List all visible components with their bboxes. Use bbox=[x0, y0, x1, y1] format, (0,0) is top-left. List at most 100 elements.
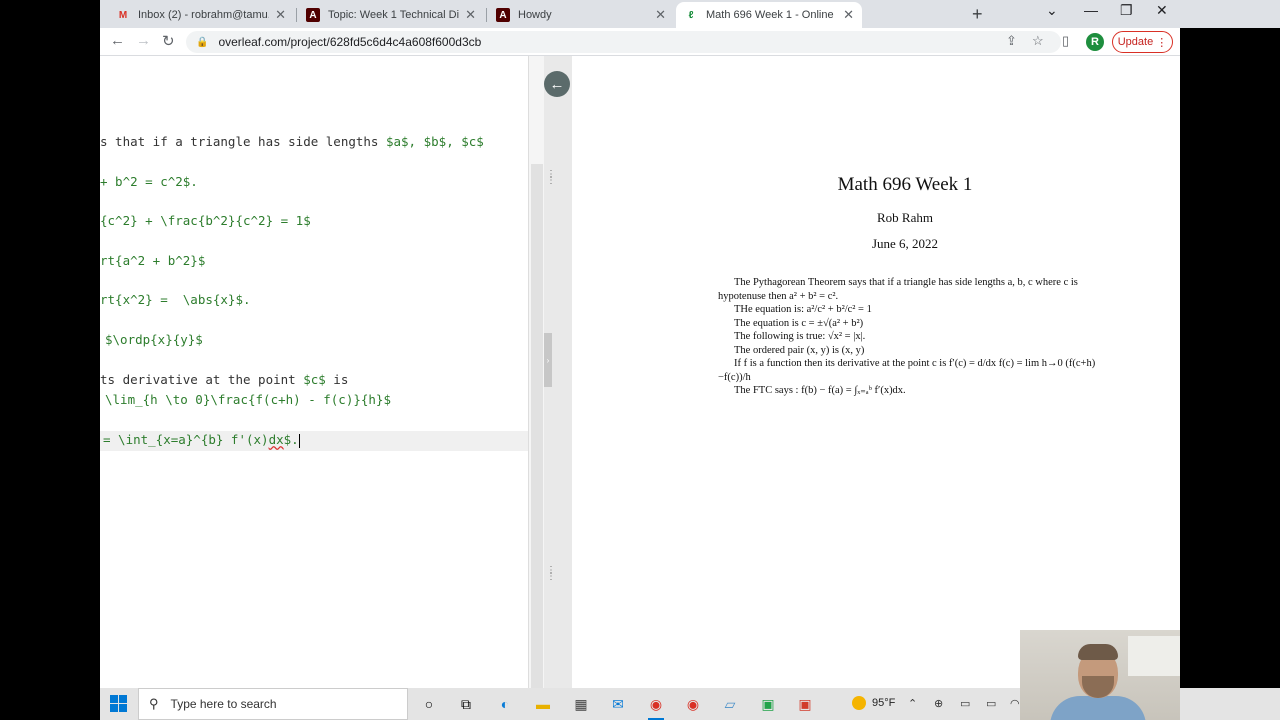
code-math: $\ordp{x}{y}$ bbox=[105, 332, 203, 347]
sun-icon bbox=[852, 696, 866, 710]
tray-chevron-icon[interactable]: ⌃ bbox=[908, 697, 917, 710]
weather-temp: 95°F bbox=[872, 697, 896, 709]
tab-label: Howdy bbox=[518, 9, 552, 21]
pdf-paragraph: The FTC says : f(b) − f(a) = ∫ₓ₌ₐᵇ f′(x)… bbox=[734, 385, 906, 396]
url-text: overleaf.com/project/628fd5c6d4c4a608f60… bbox=[218, 35, 482, 49]
pdf-preview[interactable]: Math 696 Week 1 Rob Rahm June 6, 2022 Th… bbox=[572, 56, 1180, 688]
code-line[interactable]: $\ordp{x}{y}$ bbox=[100, 332, 203, 350]
update-button[interactable]: Update ⋮ bbox=[1112, 31, 1173, 53]
code-line[interactable]: = \int_{x=a}^{b} f'(x)dx$. bbox=[100, 432, 300, 450]
editor-scrollbar[interactable] bbox=[528, 56, 544, 688]
code-math: $c$ bbox=[303, 372, 326, 387]
search-placeholder: Type here to search bbox=[170, 697, 277, 711]
pdf-date: June 6, 2022 bbox=[871, 236, 939, 251]
tab-label: Math 696 Week 1 - Online LaTeX bbox=[706, 9, 837, 21]
pdf-paragraph: THe equation is: a²/c² + b²/c² = 1 bbox=[734, 304, 872, 315]
code-math: + b^2 = c^2$. bbox=[100, 174, 198, 189]
spellcheck-word: dx bbox=[268, 432, 284, 447]
scrollbar-thumb[interactable] bbox=[531, 164, 543, 688]
back-icon[interactable]: ← bbox=[110, 32, 125, 49]
restore-icon[interactable]: ❐ bbox=[1120, 2, 1133, 19]
pdf-paragraph: The Pythagorean Theorem says that if a t… bbox=[718, 277, 1078, 302]
code-text: is bbox=[325, 372, 349, 387]
tab-separator bbox=[296, 8, 297, 22]
bookmark-star-icon[interactable]: ☆ bbox=[1032, 33, 1044, 49]
code-line[interactable]: ts derivative at the point $c$ is bbox=[100, 372, 348, 390]
code-editor[interactable]: s that if a triangle has side lengths $a… bbox=[100, 56, 528, 688]
share-icon[interactable]: ⇪ bbox=[1006, 33, 1017, 49]
code-line[interactable]: rt{a^2 + b^2}$ bbox=[100, 253, 205, 271]
side-panel-icon[interactable]: ▯ bbox=[1062, 33, 1069, 49]
tray-app-icon[interactable]: ⊕ bbox=[934, 697, 943, 710]
edge-icon[interactable]: ◐ bbox=[494, 694, 516, 714]
pdf-author: Rob Rahm bbox=[877, 210, 933, 225]
tamu-icon: A bbox=[496, 8, 510, 22]
forward-icon[interactable]: → bbox=[136, 32, 151, 49]
recorder-icon[interactable]: ▣ bbox=[794, 694, 816, 714]
close-icon[interactable]: ✕ bbox=[655, 7, 666, 23]
whiteboard-background bbox=[1128, 636, 1180, 676]
tab-label: Topic: Week 1 Technical Discussio bbox=[328, 9, 460, 21]
code-math: $. bbox=[283, 432, 299, 447]
overleaf-icon: ℓ bbox=[688, 9, 694, 21]
taskbar-search-input[interactable]: ⚲ Type here to search bbox=[138, 688, 408, 720]
minimize-icon[interactable]: — bbox=[1084, 2, 1098, 18]
code-math: rt{x^2} = \abs{x}$. bbox=[100, 292, 251, 307]
wifi-icon[interactable]: ◠ bbox=[1010, 697, 1020, 710]
code-line[interactable]: s that if a triangle has side lengths $a… bbox=[100, 134, 484, 152]
window-close-icon[interactable]: ✕ bbox=[1156, 2, 1168, 19]
code-math: \lim_{h \to 0}\frac{f(c+h) - f(c)}{h}$ bbox=[105, 392, 391, 407]
tab-gmail[interactable]: M Inbox (2) - robrahm@tamu.edu - ✕ bbox=[108, 2, 294, 28]
battery-icon[interactable]: ▭ bbox=[986, 697, 996, 710]
camtasia-icon[interactable]: ▣ bbox=[757, 694, 779, 714]
code-text: s that if a triangle has side lengths bbox=[100, 134, 386, 149]
drag-handle-icon[interactable]: ⋮ ⋮ bbox=[546, 566, 556, 582]
mail-icon[interactable]: ✉ bbox=[607, 694, 629, 714]
chrome-profile-icon[interactable]: ◉ bbox=[682, 694, 704, 714]
left-letterbox bbox=[0, 0, 100, 688]
code-line[interactable]: rt{x^2} = \abs{x}$. bbox=[100, 292, 251, 310]
code-math: rt{a^2 + b^2}$ bbox=[100, 253, 206, 268]
profile-avatar[interactable]: R bbox=[1086, 33, 1104, 51]
code-text: ts derivative at the point bbox=[100, 372, 304, 387]
address-bar[interactable]: 🔒 overleaf.com/project/628fd5c6d4c4a608f… bbox=[186, 31, 1061, 53]
webcam-overlay bbox=[1020, 630, 1180, 720]
task-view-icon[interactable]: ⧉ bbox=[455, 694, 477, 714]
windows-start-icon[interactable] bbox=[110, 695, 128, 713]
cortana-icon[interactable]: ○ bbox=[418, 694, 440, 714]
pdf-paragraph: The equation is c = ±√(a² + b²) bbox=[734, 317, 864, 329]
sync-to-code-arrow-icon[interactable]: ← bbox=[544, 71, 570, 97]
file-explorer-icon[interactable]: ▬ bbox=[532, 694, 554, 714]
code-line[interactable]: \lim_{h \to 0}\frac{f(c+h) - f(c)}{h}$ bbox=[100, 392, 391, 410]
store-icon[interactable]: ▦ bbox=[570, 694, 592, 714]
close-icon[interactable]: ✕ bbox=[275, 7, 286, 23]
reload-icon[interactable]: ↻ bbox=[162, 32, 175, 50]
presenter-hair bbox=[1078, 644, 1118, 660]
screen: M Inbox (2) - robrahm@tamu.edu - ✕ A Top… bbox=[0, 0, 1280, 720]
right-letterbox bbox=[1180, 28, 1280, 688]
tray-monitor-icon[interactable]: ▭ bbox=[960, 697, 970, 710]
update-label: Update bbox=[1117, 36, 1154, 48]
search-icon: ⚲ bbox=[149, 696, 159, 711]
pane-divider[interactable]: ← ⋮ ⋮ › ⋮ ⋮ bbox=[544, 56, 572, 688]
weather-widget[interactable]: 95°F bbox=[852, 696, 895, 710]
close-icon[interactable]: ✕ bbox=[465, 7, 476, 23]
code-line[interactable]: + b^2 = c^2$. bbox=[100, 174, 198, 192]
tab-label: Inbox (2) - robrahm@tamu.edu - bbox=[138, 9, 269, 21]
tab-topic[interactable]: A Topic: Week 1 Technical Discussio ✕ bbox=[298, 2, 484, 28]
chrome-icon[interactable]: ◉ bbox=[645, 694, 667, 720]
drag-handle-icon[interactable]: ⋮ ⋮ bbox=[546, 170, 556, 186]
lock-icon: 🔒 bbox=[196, 36, 209, 48]
pane-toggle-chevron-icon[interactable]: › bbox=[544, 333, 552, 387]
new-tab-icon[interactable]: + bbox=[972, 4, 983, 25]
presenter-body bbox=[1050, 696, 1146, 720]
tab-search-icon[interactable]: ⌄ bbox=[1046, 2, 1058, 19]
tab-overleaf[interactable]: ℓ Math 696 Week 1 - Online LaTeX ✕ bbox=[676, 2, 862, 28]
notepad-icon[interactable]: ▱ bbox=[719, 694, 741, 714]
code-line[interactable]: {c^2} + \frac{b^2}{c^2} = 1$ bbox=[100, 213, 311, 231]
close-icon[interactable]: ✕ bbox=[843, 7, 854, 23]
tab-howdy[interactable]: A Howdy ✕ bbox=[488, 2, 674, 28]
tab-strip: M Inbox (2) - robrahm@tamu.edu - ✕ A Top… bbox=[100, 0, 1280, 28]
tab-separator bbox=[486, 8, 487, 22]
browser-toolbar: ← → ↻ 🔒 overleaf.com/project/628fd5c6d4c… bbox=[100, 28, 1180, 56]
